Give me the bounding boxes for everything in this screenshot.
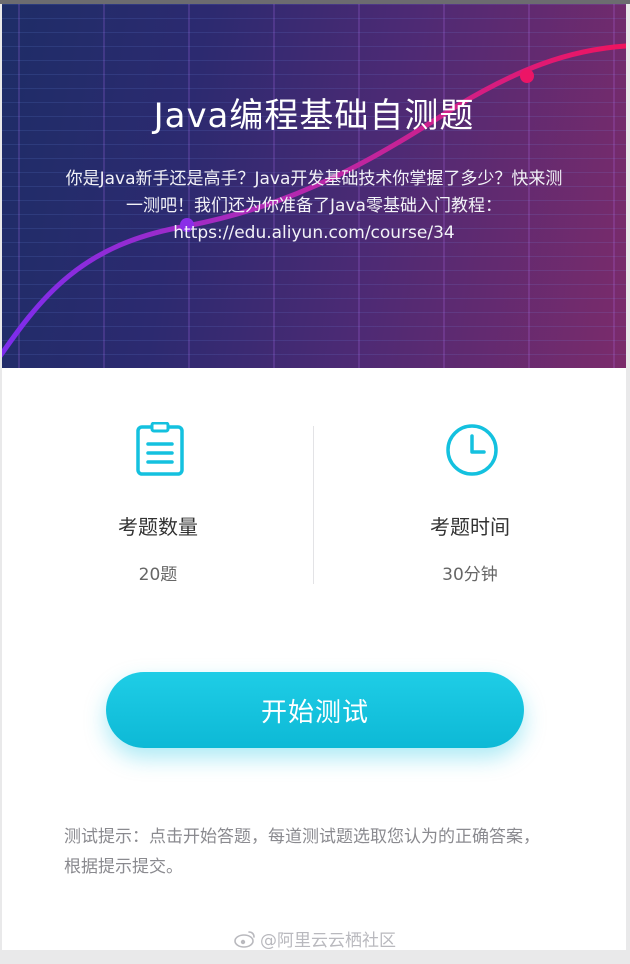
test-tip: 测试提示：点击开始答题，每道测试题选取您认为的正确答案，根据提示提交。 [64,827,540,877]
stat-time-value: 30分钟 [442,565,498,585]
stat-time-label: 考题时间 [430,515,510,539]
clipboard-icon [132,421,188,478]
stat-count-value: 20题 [138,565,178,585]
bottom-strip [0,950,630,964]
page-title: Java编程基础自测题 [153,96,475,136]
watermark-text: @阿里云云栖社区 [260,931,396,951]
clock-icon [444,422,500,478]
hero-description: 你是Java新手还是高手？Java开发基础技术你掌握了多少？快来测一测吧！我们还… [65,169,563,243]
hero-banner: Java编程基础自测题 你是Java新手还是高手？Java开发基础技术你掌握了多… [2,4,626,368]
curve-point-icon [520,69,534,83]
test-info-card: 考题数量 20题 考题时间 30分钟 开始测试 测试提示：点击开始答题，每道测试… [2,368,626,950]
watermark: @阿里云云栖社区 [0,926,630,953]
stat-count-label: 考题数量 [118,515,198,539]
start-test-button[interactable]: 开始测试 [106,672,524,748]
page: Java编程基础自测题 你是Java新手还是高手？Java开发基础技术你掌握了多… [0,0,630,964]
